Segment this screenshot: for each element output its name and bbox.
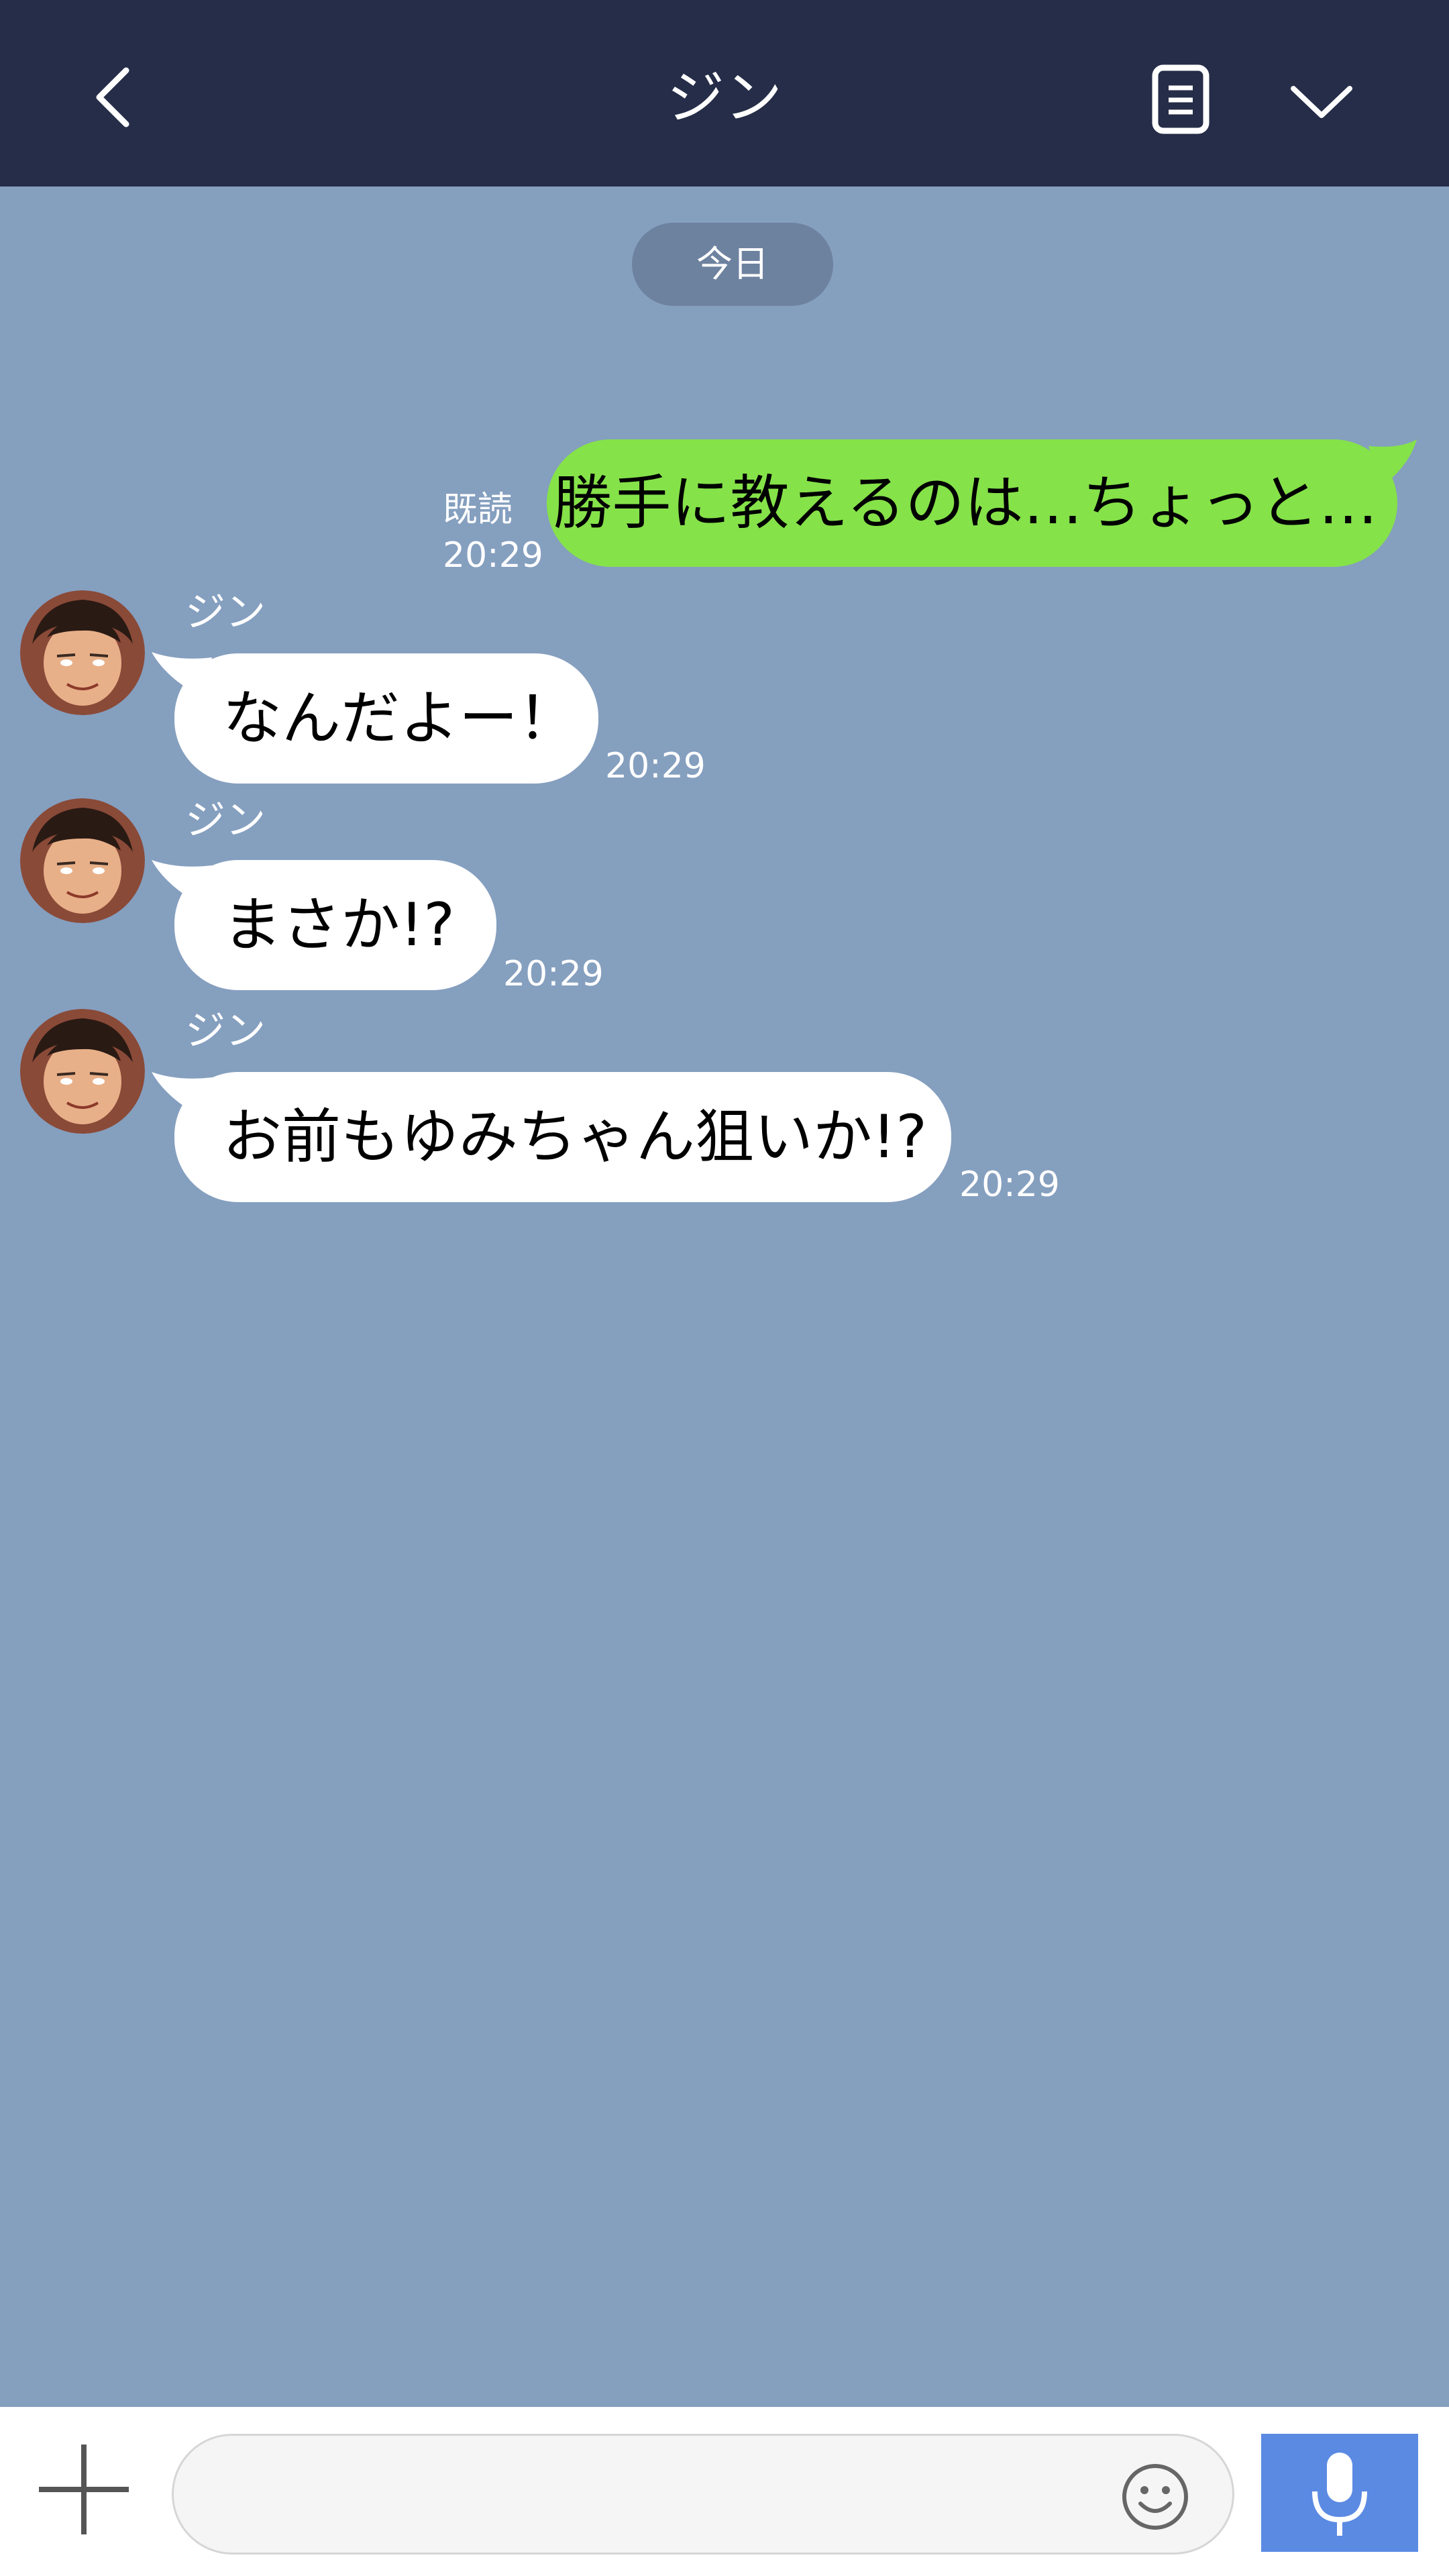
chat-title: ジン	[667, 64, 782, 131]
add-attachment-button[interactable]	[34, 2439, 134, 2540]
sender-name: ジン	[185, 589, 266, 636]
message-bubble[interactable]: 勝手に教えるのは…ちょっと…	[547, 439, 1397, 567]
message-time: 20:29	[443, 535, 543, 576]
smiley-icon	[1122, 2464, 1188, 2530]
sender-name: ジン	[185, 1008, 266, 1055]
date-separator: 今日	[632, 223, 833, 306]
message-time: 20:29	[959, 1165, 1060, 1205]
chevron-down-icon	[1291, 86, 1352, 118]
avatar[interactable]	[20, 590, 145, 715]
avatar[interactable]	[20, 1009, 145, 1134]
avatar-icon	[20, 1009, 145, 1134]
message-bubble[interactable]: なんだよー！	[174, 653, 598, 784]
avatar-icon	[20, 590, 145, 715]
message-input[interactable]	[172, 2434, 1234, 2555]
avatar-icon	[20, 798, 145, 923]
voice-message-button[interactable]	[1261, 2434, 1418, 2552]
message-bubble[interactable]: まさか!?	[174, 860, 496, 990]
menu-button[interactable]	[1281, 67, 1362, 134]
chat-header: ジン	[0, 0, 1449, 186]
emoji-button[interactable]	[1119, 2461, 1191, 2533]
plus-icon	[39, 2445, 129, 2534]
message-bubble[interactable]: お前もゆみちゃん狙いか!?	[174, 1072, 951, 1202]
notes-button[interactable]	[1140, 64, 1221, 138]
sender-name: ジン	[185, 797, 266, 844]
avatar[interactable]	[20, 798, 145, 923]
microphone-icon	[1312, 2453, 1367, 2536]
read-receipt: 既読	[443, 490, 513, 530]
message-time: 20:29	[503, 954, 604, 994]
notes-icon	[1152, 64, 1210, 134]
message-time: 20:29	[605, 746, 706, 786]
